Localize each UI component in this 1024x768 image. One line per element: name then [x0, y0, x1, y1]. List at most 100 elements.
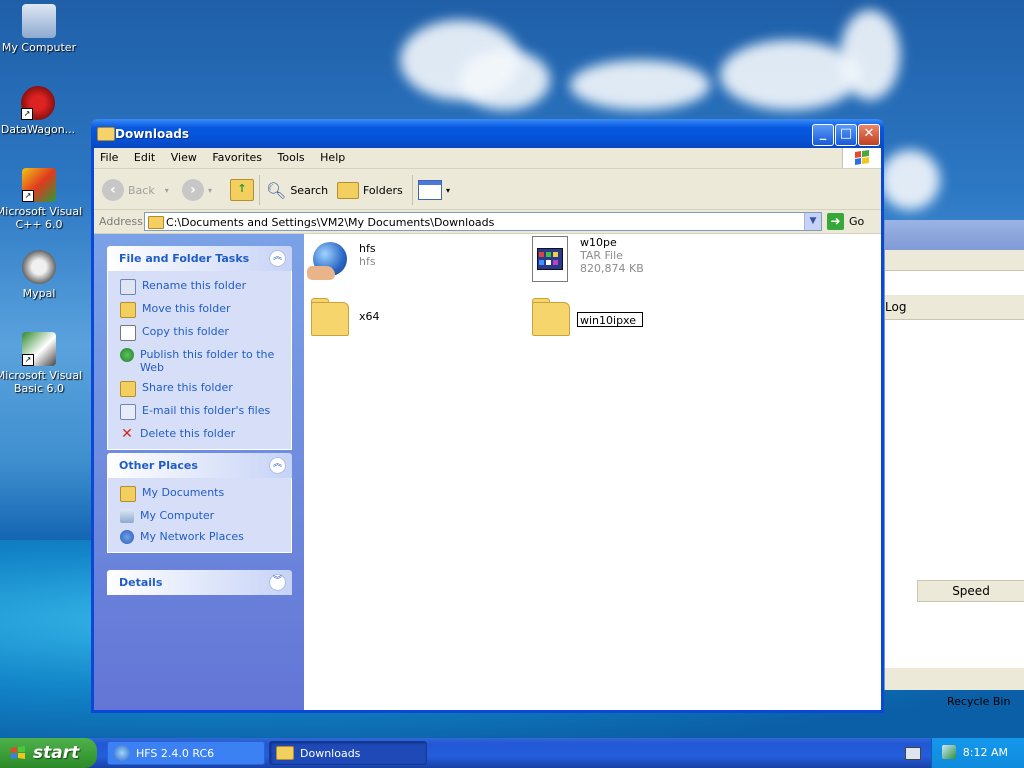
minimize-button[interactable]: _: [812, 124, 834, 146]
menu-favorites[interactable]: Favorites: [206, 148, 268, 164]
hfs-app-icon: [114, 745, 130, 761]
windows-logo-icon: [842, 148, 881, 168]
place-my-documents[interactable]: My Documents: [120, 486, 287, 502]
file-item-hfs[interactable]: hfs hfs: [307, 240, 376, 284]
panel-header[interactable]: Other Places ︽: [107, 453, 292, 478]
network-icon: [120, 530, 134, 544]
desktop-icon-mypal[interactable]: Mypal: [0, 250, 84, 300]
place-my-computer[interactable]: My Computer: [120, 509, 287, 523]
task-rename-folder[interactable]: Rename this folder: [120, 279, 287, 295]
folder-icon: [307, 296, 351, 340]
file-folder-tasks-panel: File and Folder Tasks ︽ Rename this fold…: [107, 246, 292, 450]
system-tray: 8:12 AM: [931, 738, 1024, 768]
recycle-bin-label[interactable]: Recycle Bin: [947, 695, 1010, 708]
keyboard-icon[interactable]: [905, 747, 921, 760]
task-label: Share this folder: [142, 381, 233, 394]
panel-header[interactable]: Details ︾: [107, 570, 292, 595]
taskbar-item-downloads[interactable]: Downloads: [269, 741, 427, 765]
collapse-chevron-icon[interactable]: ︽: [269, 250, 286, 267]
desktop-icon-label: My Computer: [1, 41, 77, 54]
place-my-network-places[interactable]: My Network Places: [120, 530, 287, 544]
close-button[interactable]: ✕: [858, 124, 880, 146]
go-button[interactable]: ➜ Go: [827, 213, 864, 230]
address-input[interactable]: C:\Documents and Settings\VM2\My Documen…: [144, 212, 822, 231]
windows-flag-icon: [11, 746, 25, 759]
background-window-bar: [885, 250, 1024, 271]
other-places-panel: Other Places ︽ My Documents My Computer …: [107, 453, 292, 553]
file-size: 820,874 KB: [580, 262, 644, 275]
back-arrow-icon: ‹: [102, 179, 124, 201]
task-move-folder[interactable]: Move this folder: [120, 302, 287, 318]
search-button[interactable]: 🔍︎ Search: [266, 177, 328, 203]
task-copy-folder[interactable]: Copy this folder: [120, 325, 287, 341]
task-share-folder[interactable]: Share this folder: [120, 381, 287, 397]
rename-input[interactable]: win10ipxe: [577, 312, 643, 327]
address-dropdown-icon[interactable]: ▼: [804, 213, 821, 230]
panel-body: My Documents My Computer My Network Plac…: [107, 478, 292, 553]
log-column-header: Log: [885, 300, 907, 314]
task-label: Publish this folder to the Web: [140, 348, 275, 374]
views-button[interactable]: ▾: [418, 177, 450, 203]
computer-icon: [120, 509, 134, 523]
back-button[interactable]: ‹ Back ▾: [102, 177, 169, 203]
move-icon: [120, 302, 136, 318]
up-folder-icon: ↑: [230, 179, 254, 201]
menu-edit[interactable]: Edit: [128, 148, 161, 164]
place-label: My Documents: [142, 486, 225, 499]
place-label: My Network Places: [140, 530, 244, 543]
explorer-window[interactable]: Downloads _ □ ✕ File Edit View Favorites…: [91, 119, 884, 713]
window-titlebar[interactable]: Downloads _ □ ✕: [91, 119, 884, 148]
folders-label: Folders: [363, 183, 403, 197]
clock[interactable]: 8:12 AM: [963, 746, 1008, 759]
speed-column-label: Speed: [952, 584, 990, 598]
speed-column-header[interactable]: Speed: [917, 580, 1024, 602]
collapse-chevron-icon[interactable]: ︽: [269, 457, 286, 474]
address-value: C:\Documents and Settings\VM2\My Documen…: [166, 216, 495, 229]
menu-tools[interactable]: Tools: [272, 148, 311, 164]
start-button[interactable]: start: [0, 738, 97, 768]
desktop-icon-visual-basic[interactable]: ↗ Microsoft Visual Basic 6.0: [0, 332, 84, 395]
taskbar-item-hfs[interactable]: HFS 2.4.0 RC6: [107, 741, 265, 765]
background-app-window[interactable]: Log Speed: [884, 220, 1024, 690]
views-dropdown-icon: ▾: [446, 185, 451, 195]
task-publish-folder[interactable]: Publish this folder to the Web: [120, 348, 287, 374]
folders-button[interactable]: Folders: [337, 177, 403, 203]
desktop-icon-my-computer[interactable]: My Computer: [0, 4, 84, 54]
maximize-button[interactable]: □: [835, 124, 857, 146]
file-item-w10pe[interactable]: w10pe TAR File 820,874 KB: [528, 234, 644, 284]
panel-header[interactable]: File and Folder Tasks ︽: [107, 246, 292, 271]
desktop-icon-label: Mypal: [22, 287, 56, 300]
menu-help[interactable]: Help: [314, 148, 351, 164]
desktop-icon-datawagon[interactable]: ↗ DataWagon...: [0, 86, 83, 136]
background-window-log-header: Log: [885, 295, 1024, 320]
mypal-icon: [22, 250, 56, 284]
expand-chevron-icon[interactable]: ︾: [269, 574, 286, 591]
visual-cpp-icon: ↗: [22, 168, 56, 202]
network-tray-icon[interactable]: [942, 745, 956, 759]
folder-icon: [148, 216, 164, 229]
folder-icon: [276, 746, 294, 760]
desktop-icon-visual-cpp[interactable]: ↗ Microsoft Visual C++ 6.0: [0, 168, 84, 231]
menu-view[interactable]: View: [165, 148, 203, 164]
search-label: Search: [290, 183, 329, 197]
toolbar: ‹ Back ▾ › ▾ ↑ 🔍︎ Search Folders ▾: [94, 169, 881, 210]
file-name: hfs: [359, 242, 376, 255]
folders-icon: [337, 181, 359, 199]
folder-item-x64[interactable]: x64: [307, 296, 380, 340]
cloud: [840, 10, 900, 100]
menu-file[interactable]: File: [94, 148, 124, 164]
task-delete-folder[interactable]: ✕ Delete this folder: [120, 427, 287, 441]
task-label: Delete this folder: [140, 427, 236, 440]
up-folder-button[interactable]: ↑: [230, 177, 254, 203]
tar-file-icon: [528, 234, 572, 284]
task-email-files[interactable]: E-mail this folder's files: [120, 404, 287, 420]
folder-item-renaming[interactable]: [528, 296, 572, 340]
rename-icon: [120, 279, 136, 295]
go-arrow-icon: ➜: [827, 213, 844, 230]
window-title: Downloads: [115, 127, 190, 141]
place-label: My Computer: [140, 509, 215, 522]
forward-button[interactable]: › ▾: [182, 177, 212, 203]
panel-body: Rename this folder Move this folder Copy…: [107, 271, 292, 450]
datawagon-icon: ↗: [21, 86, 55, 120]
taskbar-item-label: Downloads: [300, 746, 361, 760]
